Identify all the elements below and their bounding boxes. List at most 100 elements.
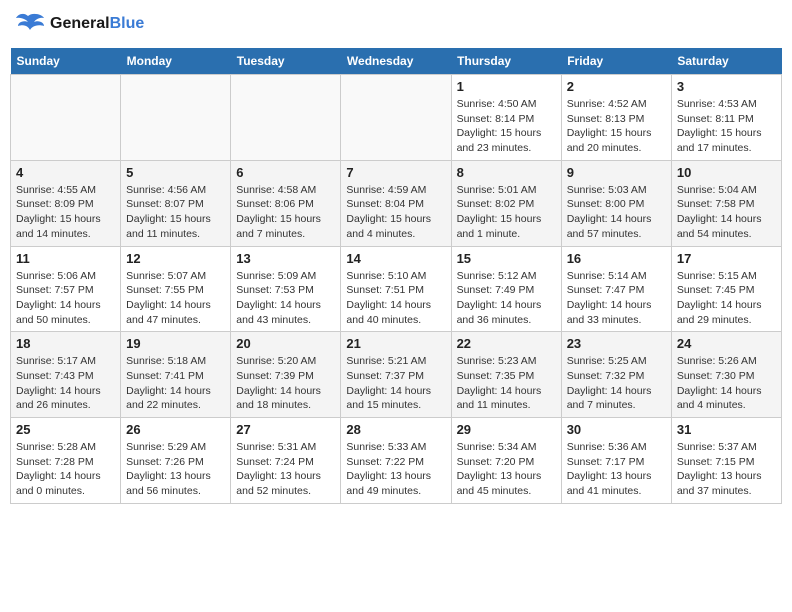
weekday-header: Saturday <box>671 48 781 75</box>
calendar-day-cell <box>231 75 341 161</box>
day-info: Sunrise: 5:31 AM Sunset: 7:24 PM Dayligh… <box>236 440 335 499</box>
calendar-day-cell: 11 Sunrise: 5:06 AM Sunset: 7:57 PM Dayli… <box>11 246 121 332</box>
calendar-week-row: 18 Sunrise: 5:17 AM Sunset: 7:43 PM Dayli… <box>11 332 782 418</box>
calendar-day-cell: 2 Sunrise: 4:52 AM Sunset: 8:13 PM Daylig… <box>561 75 671 161</box>
logo: GeneralBlue <box>10 10 144 38</box>
day-number: 16 <box>567 251 666 266</box>
day-number: 14 <box>346 251 445 266</box>
calendar-day-cell: 12Sunrise: 5:07 AM Sunset: 7:55 PM Dayli… <box>121 246 231 332</box>
day-number: 19 <box>126 336 225 351</box>
day-number: 27 <box>236 422 335 437</box>
calendar-day-cell: 4Sunrise: 4:55 AM Sunset: 8:09 PM Daylig… <box>11 160 121 246</box>
day-info: Sunrise: 5:12 AM Sunset: 7:49 PM Dayligh… <box>457 269 556 328</box>
calendar-day-cell: 25Sunrise: 5:28 AM Sunset: 7:28 PM Dayli… <box>11 418 121 504</box>
day-number: 7 <box>346 165 445 180</box>
day-number: 20 <box>236 336 335 351</box>
day-info: Sunrise: 5:26 AM Sunset: 7:30 PM Dayligh… <box>677 354 776 413</box>
day-info: Sunrise: 4:59 AM Sunset: 8:04 PM Dayligh… <box>346 183 445 242</box>
calendar-day-cell: 24Sunrise: 5:26 AM Sunset: 7:30 PM Dayli… <box>671 332 781 418</box>
day-number: 10 <box>677 165 776 180</box>
calendar-day-cell: 10 Sunrise: 5:04 AM Sunset: 7:58 PM Dayli… <box>671 160 781 246</box>
weekday-header: Wednesday <box>341 48 451 75</box>
calendar-day-cell: 17 Sunrise: 5:15 AM Sunset: 7:45 PM Dayli… <box>671 246 781 332</box>
day-number: 21 <box>346 336 445 351</box>
day-info: Sunrise: 4:53 AM Sunset: 8:11 PM Dayligh… <box>677 97 776 156</box>
calendar-day-cell: 7 Sunrise: 4:59 AM Sunset: 8:04 PM Daylig… <box>341 160 451 246</box>
calendar-day-cell: 5Sunrise: 4:56 AM Sunset: 8:07 PM Daylig… <box>121 160 231 246</box>
day-info: Sunrise: 5:15 AM Sunset: 7:45 PM Dayligh… <box>677 269 776 328</box>
calendar-day-cell: 18 Sunrise: 5:17 AM Sunset: 7:43 PM Dayli… <box>11 332 121 418</box>
day-info: Sunrise: 5:23 AM Sunset: 7:35 PM Dayligh… <box>457 354 556 413</box>
calendar-day-cell: 14 Sunrise: 5:10 AM Sunset: 7:51 PM Dayli… <box>341 246 451 332</box>
day-info: Sunrise: 5:14 AM Sunset: 7:47 PM Dayligh… <box>567 269 666 328</box>
day-number: 26 <box>126 422 225 437</box>
calendar-day-cell: 29 Sunrise: 5:34 AM Sunset: 7:20 PM Dayli… <box>451 418 561 504</box>
calendar-day-cell: 19 Sunrise: 5:18 AM Sunset: 7:41 PM Dayli… <box>121 332 231 418</box>
day-number: 5 <box>126 165 225 180</box>
day-number: 2 <box>567 79 666 94</box>
calendar-day-cell: 28 Sunrise: 5:33 AM Sunset: 7:22 PM Dayli… <box>341 418 451 504</box>
day-info: Sunrise: 4:55 AM Sunset: 8:09 PM Dayligh… <box>16 183 115 242</box>
calendar-week-row: 25Sunrise: 5:28 AM Sunset: 7:28 PM Dayli… <box>11 418 782 504</box>
day-number: 13 <box>236 251 335 266</box>
day-number: 28 <box>346 422 445 437</box>
day-number: 3 <box>677 79 776 94</box>
calendar-week-row: 1 Sunrise: 4:50 AM Sunset: 8:14 PM Daylig… <box>11 75 782 161</box>
day-number: 17 <box>677 251 776 266</box>
day-info: Sunrise: 5:20 AM Sunset: 7:39 PM Dayligh… <box>236 354 335 413</box>
page-header: GeneralBlue <box>10 10 782 38</box>
calendar-week-row: 11 Sunrise: 5:06 AM Sunset: 7:57 PM Dayli… <box>11 246 782 332</box>
day-info: Sunrise: 5:03 AM Sunset: 8:00 PM Dayligh… <box>567 183 666 242</box>
weekday-header: Friday <box>561 48 671 75</box>
day-info: Sunrise: 5:28 AM Sunset: 7:28 PM Dayligh… <box>16 440 115 499</box>
day-info: Sunrise: 5:34 AM Sunset: 7:20 PM Dayligh… <box>457 440 556 499</box>
logo-icon <box>10 10 46 38</box>
day-info: Sunrise: 5:21 AM Sunset: 7:37 PM Dayligh… <box>346 354 445 413</box>
day-info: Sunrise: 5:10 AM Sunset: 7:51 PM Dayligh… <box>346 269 445 328</box>
day-number: 18 <box>16 336 115 351</box>
day-number: 12 <box>126 251 225 266</box>
calendar-week-row: 4Sunrise: 4:55 AM Sunset: 8:09 PM Daylig… <box>11 160 782 246</box>
calendar-day-cell: 23Sunrise: 5:25 AM Sunset: 7:32 PM Dayli… <box>561 332 671 418</box>
day-number: 29 <box>457 422 556 437</box>
day-info: Sunrise: 4:58 AM Sunset: 8:06 PM Dayligh… <box>236 183 335 242</box>
day-info: Sunrise: 5:33 AM Sunset: 7:22 PM Dayligh… <box>346 440 445 499</box>
day-number: 23 <box>567 336 666 351</box>
day-info: Sunrise: 4:52 AM Sunset: 8:13 PM Dayligh… <box>567 97 666 156</box>
calendar-day-cell: 31Sunrise: 5:37 AM Sunset: 7:15 PM Dayli… <box>671 418 781 504</box>
calendar-day-cell <box>11 75 121 161</box>
weekday-header: Tuesday <box>231 48 341 75</box>
day-info: Sunrise: 5:17 AM Sunset: 7:43 PM Dayligh… <box>16 354 115 413</box>
day-number: 11 <box>16 251 115 266</box>
weekday-header: Sunday <box>11 48 121 75</box>
calendar-day-cell: 30Sunrise: 5:36 AM Sunset: 7:17 PM Dayli… <box>561 418 671 504</box>
calendar-day-cell: 15Sunrise: 5:12 AM Sunset: 7:49 PM Dayli… <box>451 246 561 332</box>
weekday-header: Thursday <box>451 48 561 75</box>
calendar-day-cell: 21 Sunrise: 5:21 AM Sunset: 7:37 PM Dayli… <box>341 332 451 418</box>
calendar-day-cell: 22 Sunrise: 5:23 AM Sunset: 7:35 PM Dayli… <box>451 332 561 418</box>
day-info: Sunrise: 5:09 AM Sunset: 7:53 PM Dayligh… <box>236 269 335 328</box>
calendar-day-cell: 9 Sunrise: 5:03 AM Sunset: 8:00 PM Daylig… <box>561 160 671 246</box>
calendar-day-cell <box>341 75 451 161</box>
day-info: Sunrise: 4:50 AM Sunset: 8:14 PM Dayligh… <box>457 97 556 156</box>
day-number: 1 <box>457 79 556 94</box>
logo-text: GeneralBlue <box>50 15 144 33</box>
day-info: Sunrise: 5:37 AM Sunset: 7:15 PM Dayligh… <box>677 440 776 499</box>
day-info: Sunrise: 5:04 AM Sunset: 7:58 PM Dayligh… <box>677 183 776 242</box>
calendar-day-cell: 26 Sunrise: 5:29 AM Sunset: 7:26 PM Dayli… <box>121 418 231 504</box>
weekday-header: Monday <box>121 48 231 75</box>
day-number: 6 <box>236 165 335 180</box>
calendar-day-cell: 16 Sunrise: 5:14 AM Sunset: 7:47 PM Dayli… <box>561 246 671 332</box>
day-number: 9 <box>567 165 666 180</box>
day-info: Sunrise: 5:29 AM Sunset: 7:26 PM Dayligh… <box>126 440 225 499</box>
day-info: Sunrise: 5:18 AM Sunset: 7:41 PM Dayligh… <box>126 354 225 413</box>
day-info: Sunrise: 5:36 AM Sunset: 7:17 PM Dayligh… <box>567 440 666 499</box>
calendar-day-cell: 20 Sunrise: 5:20 AM Sunset: 7:39 PM Dayli… <box>231 332 341 418</box>
calendar-day-cell: 27 Sunrise: 5:31 AM Sunset: 7:24 PM Dayli… <box>231 418 341 504</box>
day-number: 22 <box>457 336 556 351</box>
calendar-day-cell: 3 Sunrise: 4:53 AM Sunset: 8:11 PM Daylig… <box>671 75 781 161</box>
day-info: Sunrise: 5:06 AM Sunset: 7:57 PM Dayligh… <box>16 269 115 328</box>
calendar-day-cell: 8Sunrise: 5:01 AM Sunset: 8:02 PM Daylig… <box>451 160 561 246</box>
weekday-header-row: SundayMondayTuesdayWednesdayThursdayFrid… <box>11 48 782 75</box>
calendar-day-cell: 13 Sunrise: 5:09 AM Sunset: 7:53 PM Dayli… <box>231 246 341 332</box>
